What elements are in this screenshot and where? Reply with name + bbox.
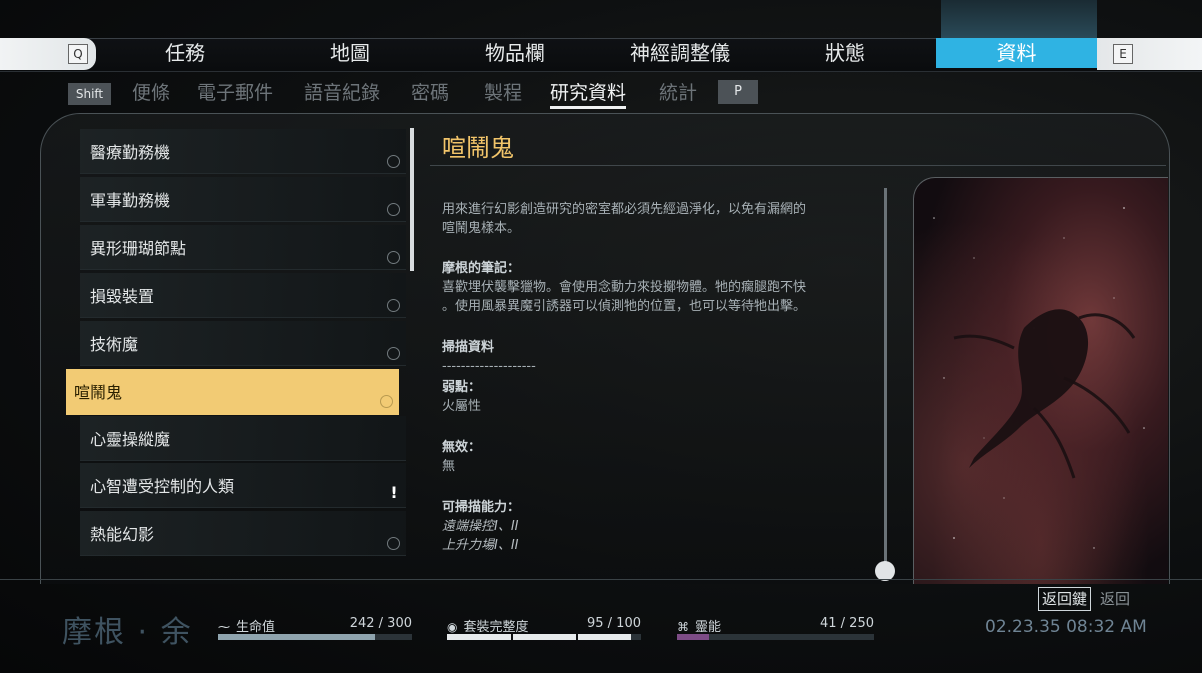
- list-item-selected[interactable]: 喧鬧鬼: [66, 369, 399, 415]
- next-tab-key[interactable]: E: [1097, 38, 1202, 70]
- tab-map[interactable]: 地圖: [290, 38, 410, 68]
- scan-divider: --------------------: [442, 359, 536, 374]
- game-screen: Q E 任務 地圖 物品欄 神經調整儀 狀態 資料 Shift 便條 電子郵件 …: [0, 0, 1202, 673]
- psi-bar-fill: [677, 634, 710, 640]
- active-tab-glow: [941, 0, 1097, 38]
- subtab-fabrication[interactable]: 製程: [484, 80, 522, 106]
- list-item-label: 喧鬧鬼: [74, 383, 123, 402]
- suit-label-text: 套裝完整度: [463, 620, 529, 635]
- list-item[interactable]: 技術魔: [80, 321, 406, 366]
- list-item-label: 熱能幻影: [90, 525, 155, 544]
- unread-circle-icon: [387, 251, 400, 264]
- game-clock: 02.23.35 08:32 AM: [985, 617, 1147, 637]
- notes-line: 喜歡埋伏襲擊獵物。會使用念動力來投擲物體。牠的瘸腿跑不快: [442, 280, 807, 295]
- weakness-value: 火屬性: [442, 399, 482, 414]
- list-item[interactable]: 醫療勤務機: [80, 129, 406, 174]
- detail-divider: [430, 165, 1166, 166]
- subtab-notes[interactable]: 便條: [132, 80, 170, 106]
- creature-artwork: [913, 177, 1168, 584]
- detail-scrollbar-thumb[interactable]: [875, 561, 895, 581]
- e-key-label: E: [1113, 44, 1133, 64]
- unread-circle-icon: [387, 347, 400, 360]
- list-item-label: 異形珊瑚節點: [90, 239, 187, 258]
- detail-title: 喧鬧鬼: [442, 134, 514, 162]
- scan-heading: 掃描資料: [442, 340, 495, 355]
- detail-scrollbar-track[interactable]: [884, 188, 887, 570]
- list-item-label: 心智遭受控制的人類: [90, 477, 235, 496]
- abilities-heading: 可掃描能力：: [442, 500, 521, 515]
- health-bar: [218, 634, 412, 640]
- list-scrollbar[interactable]: [410, 128, 414, 271]
- p-key[interactable]: P: [718, 80, 758, 104]
- suit-value: 95 / 100: [587, 616, 641, 631]
- health-bar-fill: [218, 634, 375, 640]
- list-item-label: 技術魔: [90, 335, 139, 354]
- list-item-label: 損毀裝置: [90, 287, 155, 306]
- notes-heading: 摩根的筆記：: [442, 261, 521, 276]
- description-line: 用來進行幻影創造研究的密室都必須先經過淨化，以免有漏網的: [442, 202, 807, 217]
- tab-inventory[interactable]: 物品欄: [450, 38, 580, 68]
- ability-item: 遠端操控I、II: [442, 519, 519, 534]
- heartbeat-icon: ⁓: [218, 620, 230, 634]
- psi-label-text: 靈能: [695, 620, 722, 635]
- psi-value: 41 / 250: [820, 616, 874, 631]
- psi-icon: ⌘: [677, 620, 689, 634]
- list-item-label: 軍事勤務機: [90, 191, 171, 210]
- subtab-codes[interactable]: 密碼: [411, 80, 449, 106]
- list-item[interactable]: 心靈操縱魔: [80, 416, 406, 461]
- immune-value: 無: [442, 459, 456, 474]
- creature-silhouette: [933, 207, 1145, 549]
- shield-icon: ◉: [447, 620, 458, 634]
- health-value: 242 / 300: [349, 616, 412, 631]
- suit-label: ◉ 套裝完整度: [447, 616, 529, 635]
- tab-neuromod[interactable]: 神經調整儀: [610, 38, 750, 68]
- prev-tab-key[interactable]: Q: [0, 38, 96, 70]
- character-name: 摩根 · 余: [62, 615, 193, 650]
- tab-missions[interactable]: 任務: [125, 38, 245, 68]
- back-label[interactable]: 返回: [1100, 588, 1130, 609]
- list-item[interactable]: 軍事勤務機: [80, 177, 406, 222]
- subtab-research[interactable]: 研究資料: [550, 80, 627, 109]
- immune-heading: 無效：: [442, 440, 482, 455]
- shift-key[interactable]: Shift: [68, 83, 111, 105]
- list-item[interactable]: 損毀裝置: [80, 273, 406, 318]
- suit-bar-notch: [576, 634, 578, 640]
- tab-data[interactable]: 資料: [936, 38, 1097, 68]
- list-item-label: 醫療勤務機: [90, 143, 171, 162]
- subtab-audio-logs[interactable]: 語音紀錄: [304, 80, 380, 106]
- q-key-label: Q: [68, 44, 88, 64]
- suit-bar-notch: [511, 634, 513, 640]
- notes-line: 。使用風暴異魔引誘器可以偵測牠的位置，也可以等待牠出擊。: [442, 299, 807, 314]
- unread-circle-icon: [387, 537, 400, 550]
- health-label: ⁓ 生命值: [218, 616, 275, 635]
- list-item[interactable]: 異形珊瑚節點: [80, 225, 406, 270]
- list-item[interactable]: 熱能幻影: [80, 511, 406, 556]
- unread-circle-icon: [387, 155, 400, 168]
- back-key[interactable]: 返回鍵: [1038, 587, 1092, 611]
- subtab-stats[interactable]: 統計: [659, 80, 697, 106]
- list-item-label: 心靈操縱魔: [90, 430, 171, 449]
- weakness-heading: 弱點：: [442, 380, 482, 395]
- suit-bar-fill: [447, 634, 632, 640]
- tab-status[interactable]: 狀態: [790, 38, 900, 68]
- suit-bar: [447, 634, 641, 640]
- psi-label: ⌘ 靈能: [677, 616, 721, 635]
- ability-item: 上升力場I、II: [442, 538, 519, 553]
- subtab-emails[interactable]: 電子郵件: [197, 80, 273, 106]
- status-divider: [0, 579, 1202, 580]
- health-label-text: 生命值: [236, 620, 276, 635]
- psi-bar: [677, 634, 874, 640]
- unread-circle-icon: [387, 203, 400, 216]
- unread-circle-icon: [387, 299, 400, 312]
- new-entry-exclamation-icon: !: [390, 483, 398, 502]
- list-item[interactable]: 心智遭受控制的人類 !: [80, 463, 406, 508]
- description-line: 喧鬧鬼樣本。: [442, 221, 521, 236]
- unread-circle-icon: [380, 395, 393, 408]
